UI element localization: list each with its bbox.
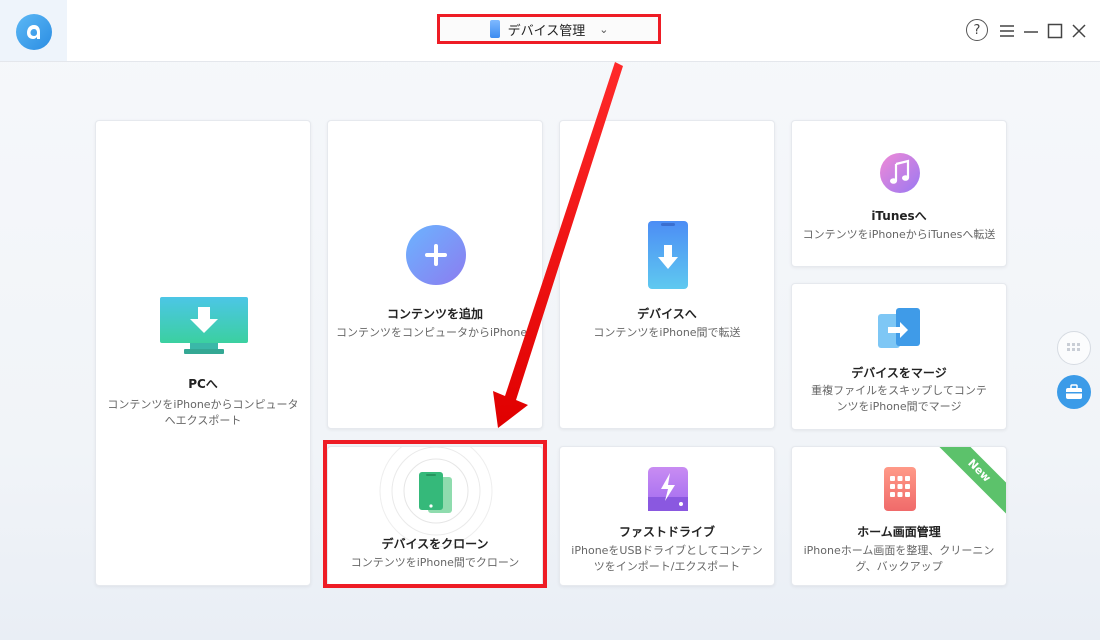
apps-grid-button[interactable] [1057,331,1091,365]
annotation-arrow-icon [493,62,623,428]
grid-icon [1067,343,1080,351]
toolbox-icon [1066,384,1082,399]
toolbox-button[interactable] [1057,375,1091,409]
